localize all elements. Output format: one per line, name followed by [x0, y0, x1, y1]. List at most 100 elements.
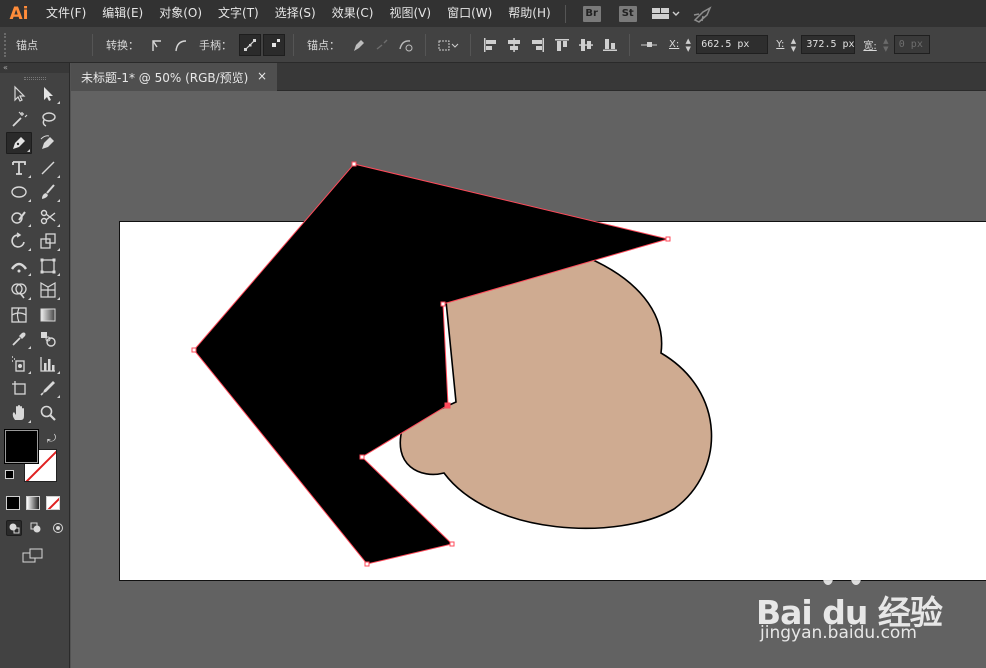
menu-bar: Ai 文件(F) 编辑(E) 对象(O) 文字(T) 选择(S) 效果(C) 视… [0, 0, 986, 27]
width-tool[interactable] [6, 255, 32, 277]
brush-icon [42, 184, 55, 199]
perspective-grid-tool[interactable] [35, 279, 61, 301]
fill-swatch[interactable] [4, 429, 39, 464]
handles-label: 手柄： [199, 38, 232, 52]
y-input[interactable]: 372.5 px [801, 35, 856, 54]
align-middle-button[interactable] [575, 34, 597, 56]
screen-mode-button[interactable] [22, 548, 44, 564]
bridge-button[interactable]: Br [582, 5, 601, 22]
blend-tool[interactable] [35, 328, 61, 350]
convert-to-smooth-button[interactable] [170, 34, 192, 56]
panel-grip[interactable] [0, 73, 69, 83]
gradient-tool[interactable] [35, 304, 61, 326]
menu-view[interactable]: 视图(V) [381, 0, 439, 27]
magic-wand-tool[interactable] [6, 108, 32, 130]
workspace-switcher[interactable] [651, 0, 680, 27]
curvature-tool[interactable] [35, 132, 61, 154]
line-segment-tool[interactable] [35, 157, 61, 179]
reference-point-icon [641, 41, 657, 47]
hide-handles-button[interactable] [263, 33, 285, 56]
lasso-icon [42, 111, 56, 127]
control-bar-grip[interactable] [4, 32, 10, 57]
width-stepper[interactable]: ▲ ▼ [880, 35, 892, 54]
connect-path-icon [376, 39, 388, 50]
divider [629, 33, 630, 56]
pen-tool[interactable] [6, 132, 32, 154]
draw-behind-button[interactable] [28, 520, 44, 536]
rotate-tool[interactable] [6, 230, 32, 252]
direct-selection-tool[interactable] [35, 83, 61, 105]
menu-object[interactable]: 对象(O) [151, 0, 210, 27]
draw-normal-button[interactable] [6, 520, 22, 536]
document-tab[interactable]: 未标题-1* @ 50% (RGB/预览) × [71, 63, 277, 91]
lasso-tool[interactable] [35, 108, 61, 130]
mesh-icon [11, 306, 27, 323]
none-mode-button[interactable] [46, 496, 60, 510]
align-left-button[interactable] [479, 34, 501, 56]
isolate-button[interactable] [434, 34, 462, 56]
swap-fill-stroke-icon[interactable]: ⤾ [47, 432, 56, 446]
rocket-icon [693, 5, 712, 23]
scissors-tool[interactable] [35, 206, 61, 228]
artboard-tool[interactable] [6, 377, 32, 399]
shape-builder-tool[interactable] [6, 279, 32, 301]
menu-type[interactable]: 文字(T) [210, 0, 267, 27]
divider [92, 33, 93, 56]
ellipse-tool[interactable] [6, 181, 32, 203]
menu-select[interactable]: 选择(S) [267, 0, 324, 27]
zoom-tool[interactable] [35, 402, 61, 424]
show-handles-button[interactable] [239, 33, 261, 56]
eyedropper-tool[interactable] [6, 328, 32, 350]
panel-collapse-button[interactable]: « [0, 63, 69, 73]
scale-tool[interactable] [35, 230, 61, 252]
type-tool[interactable] [6, 157, 32, 179]
app-logo[interactable]: Ai [0, 0, 38, 27]
align-right-button[interactable] [527, 34, 549, 56]
menu-help[interactable]: 帮助(H) [500, 0, 558, 27]
gpu-performance-button[interactable] [692, 0, 714, 27]
reference-point-button[interactable] [638, 34, 660, 56]
menu-window[interactable]: 窗口(W) [439, 0, 500, 27]
align-left-icon [484, 37, 496, 52]
watermark-url: jingyan.baidu.com [760, 623, 917, 643]
bar-chart-icon [40, 356, 55, 372]
selection-tool[interactable] [6, 83, 32, 105]
default-colors-icon[interactable] [5, 470, 14, 479]
slice-tool[interactable] [35, 377, 61, 399]
width-input[interactable]: 0 px [893, 35, 930, 54]
draw-inside-button[interactable] [50, 520, 66, 536]
remove-anchor-button[interactable] [347, 34, 369, 56]
menu-edit[interactable]: 编辑(E) [94, 0, 151, 27]
column-graph-tool[interactable] [35, 353, 61, 375]
close-icon[interactable]: × [257, 69, 267, 83]
y-stepper[interactable]: ▲ ▼ [787, 35, 799, 54]
chevron-down-icon: ▼ [790, 44, 797, 53]
align-top-button[interactable] [551, 34, 573, 56]
shaper-icon [11, 210, 26, 224]
curvature-pen-icon [40, 135, 54, 149]
paintbrush-tool[interactable] [35, 181, 61, 203]
connect-anchors-button[interactable] [371, 34, 393, 56]
magnifier-icon [40, 405, 56, 421]
cut-path-button[interactable] [395, 34, 417, 56]
stock-button[interactable]: St [618, 5, 637, 22]
gradient-mode-button[interactable] [26, 496, 40, 510]
align-center-button[interactable] [503, 34, 525, 56]
x-input[interactable]: 662.5 px [696, 35, 769, 54]
convert-to-corner-button[interactable] [146, 34, 168, 56]
arrow-solid-icon [44, 87, 53, 101]
color-mode-button[interactable] [6, 496, 20, 510]
corner-point-icon [152, 39, 161, 51]
menu-effect[interactable]: 效果(C) [324, 0, 382, 27]
hand-tool[interactable] [6, 402, 32, 424]
free-transform-tool[interactable] [35, 255, 61, 277]
line-icon [41, 161, 55, 174]
x-stepper[interactable]: ▲ ▼ [682, 35, 694, 54]
align-bottom-button[interactable] [599, 34, 621, 56]
divider [425, 33, 426, 56]
symbol-sprayer-tool[interactable] [6, 353, 32, 375]
menu-file[interactable]: 文件(F) [38, 0, 94, 27]
divider [293, 33, 294, 56]
mesh-tool[interactable] [6, 304, 32, 326]
shaper-tool[interactable] [6, 206, 32, 228]
